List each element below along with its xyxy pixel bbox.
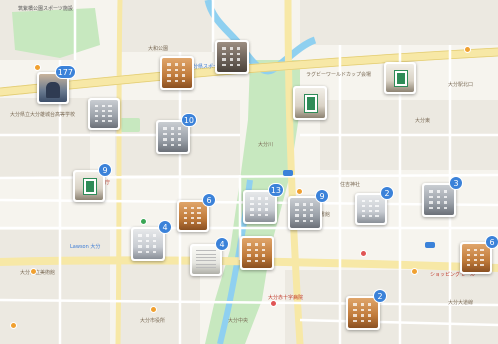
label-right-top: 大分東: [415, 118, 431, 124]
photo-image: [245, 192, 275, 222]
photo-image: [386, 64, 414, 92]
photo-image: [348, 298, 378, 328]
label-park-top: 筑紫橋公園スポーツ施設: [18, 6, 73, 12]
photo-image: [217, 42, 247, 72]
photo-count-badge: 4: [158, 220, 172, 234]
photo-cluster-6b[interactable]: 6: [177, 193, 216, 232]
poi-orange-bottom-left[interactable]: [10, 322, 17, 329]
photo-image: [357, 195, 385, 223]
photo-image: [90, 100, 118, 128]
photo-count-badge: 10: [180, 113, 197, 127]
label-stadium: ラグビーワールドカップ会場: [306, 72, 372, 78]
photo-image: [75, 172, 103, 200]
photo-cluster-2b[interactable]: 2: [346, 289, 387, 330]
photo-image: [242, 238, 272, 268]
photo-cluster-1e[interactable]: [293, 86, 327, 120]
label-right-road: 大分大道線: [448, 300, 474, 306]
label-mall-right: 大分駅北口: [448, 82, 474, 88]
poi-orange-left[interactable]: [30, 268, 37, 275]
poi-orange-top-right[interactable]: [464, 46, 471, 53]
photo-count-badge: 4: [215, 237, 229, 251]
photo-count-badge: 2: [373, 289, 387, 303]
photo-cluster-177[interactable]: 177: [37, 65, 76, 104]
photo-cluster-4a[interactable]: 4: [131, 220, 172, 261]
poi-shrine[interactable]: [296, 188, 303, 195]
label-bottom-center: 大分中央: [228, 318, 249, 324]
photo-cluster-1d[interactable]: [384, 62, 416, 94]
photo-cluster-2a[interactable]: 2: [355, 186, 394, 225]
photo-cluster-1b[interactable]: [160, 56, 194, 90]
photo-cluster-1a[interactable]: [88, 98, 120, 130]
photo-cluster-6[interactable]: 6: [460, 235, 498, 274]
photo-image: [290, 198, 320, 228]
photo-image: [424, 185, 454, 215]
photo-count-badge: 6: [202, 193, 216, 207]
photo-image: [192, 246, 220, 274]
photo-cluster-1c[interactable]: [215, 40, 249, 74]
photo-image: [133, 229, 163, 259]
photo-count-badge: 9: [98, 163, 112, 177]
label-river: 大分川: [258, 142, 274, 148]
photo-count-badge: 3: [449, 176, 463, 190]
poi-orange-right[interactable]: [411, 268, 418, 275]
photo-cluster-13[interactable]: 13: [243, 183, 284, 224]
photo-count-badge: 2: [380, 186, 394, 200]
photo-image: [462, 244, 490, 272]
photo-image: [295, 88, 325, 118]
photo-image: [179, 202, 207, 230]
photo-image: [162, 58, 192, 88]
poi-red-bottom[interactable]: [270, 300, 277, 307]
sign-icon: [394, 69, 408, 87]
sign-icon: [304, 94, 318, 113]
poi-orange-top-left[interactable]: [34, 64, 41, 71]
photo-cluster-9a[interactable]: 9: [73, 163, 112, 202]
map-view[interactable]: 筑紫橋公園スポーツ施設 大和公園 大分県立大分雄城台高等学校 大分県スポーツ公園 ラグビ…: [0, 0, 498, 344]
photo-count-badge: 6: [485, 235, 498, 249]
photo-cluster-10[interactable]: 10: [156, 113, 197, 154]
label-lawson: Lawson 大分: [70, 244, 101, 250]
poi-red-center[interactable]: [360, 250, 367, 257]
photo-count-badge: 177: [54, 65, 76, 79]
poi-orange-bottom[interactable]: [150, 306, 157, 313]
photo-count-badge: 9: [315, 189, 329, 203]
label-shop-left: 大分県立美術館: [20, 270, 56, 276]
photo-cluster-4b[interactable]: 4: [190, 237, 229, 276]
poi-green-left[interactable]: [140, 218, 147, 225]
label-shrine: 住吉神社: [340, 182, 361, 188]
photo-cluster-9b[interactable]: 9: [288, 189, 329, 230]
sign-icon: [83, 177, 97, 195]
photo-cluster-3[interactable]: 3: [422, 176, 463, 217]
label-school: 大分県立大分雄城台高等学校: [10, 112, 76, 118]
photo-count-badge: 13: [267, 183, 284, 197]
photo-cluster-1f[interactable]: [240, 236, 274, 270]
label-riverside-park: 大和公園: [148, 46, 169, 52]
label-bottom-left: 大分市役所: [140, 318, 166, 324]
photo-image: [158, 122, 188, 152]
